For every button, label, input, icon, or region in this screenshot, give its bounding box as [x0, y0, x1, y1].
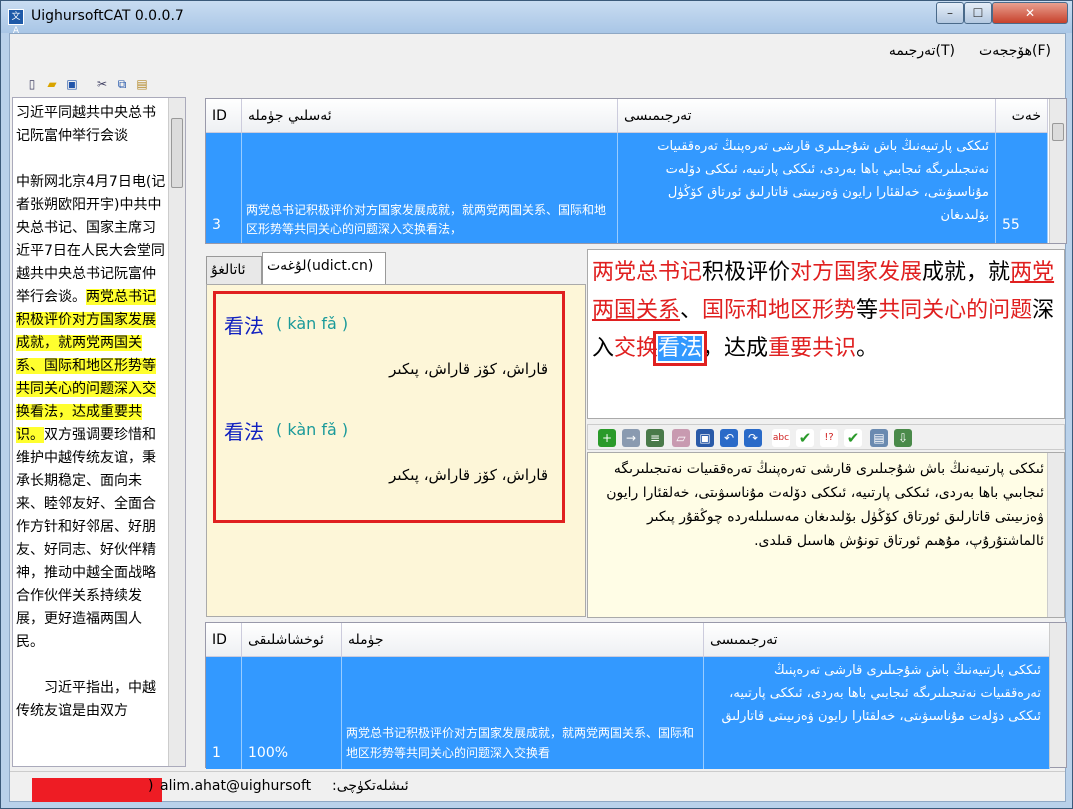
table-row[interactable]: 1 100% 两党总书记积极评价对方国家发展成就，就两党两国关系、国际和地区形势… [206, 657, 1050, 769]
seg-header-source[interactable]: ئەسلىي جۈملە [242, 99, 618, 133]
dictionary-tabs: ئاتالغۇ لۇغەت(udict.cn) [206, 252, 586, 284]
menu-translate[interactable]: تەرجىمە(T) [889, 43, 955, 59]
seg-header-error[interactable]: خەت [996, 99, 1048, 133]
document-scrollbar[interactable] [168, 98, 185, 766]
source-editor[interactable]: 两党总书记积极评价对方国家发展成就，就两党两国关系、国际和地区形势等共同关心的问… [587, 249, 1065, 419]
cut-icon[interactable]: ✂ [94, 76, 110, 92]
dict-meaning-2: قاراش، كۆز قاراش، پىكىر [389, 466, 548, 484]
eraser-icon[interactable]: ▱ [672, 429, 690, 447]
mem-row-id: 1 [206, 657, 242, 769]
seg-header-target[interactable]: تەرجىمىسى [618, 99, 996, 133]
tab-udict[interactable]: لۇغەت(udict.cn) [262, 252, 386, 284]
seg-row-target: ئىككى پارتىيەنىڭ باش شۇجىلىرى قارشى تەرە… [618, 133, 996, 243]
copy-source-icon[interactable]: ≡ [646, 429, 664, 447]
insert-icon[interactable]: → [622, 429, 640, 447]
redacted-block [32, 778, 162, 802]
confirm-icon[interactable]: ✔ [844, 429, 862, 447]
table-row[interactable]: 3 两党总书记积极评价对方国家发展成就，就两党两国关系、国际和地区形势等共同关心… [206, 133, 1048, 243]
status-user: alim.ahat@uighursoft [160, 778, 312, 794]
selected-term[interactable]: 看法 [653, 331, 708, 366]
check-all-icon[interactable]: !? [820, 429, 838, 447]
new-file-icon[interactable]: ▯ [24, 76, 40, 92]
dict-meaning-1: قاراش، كۆز قاراش، پىكىر [389, 360, 548, 378]
term-highlight[interactable]: 国际和地区形势 [702, 298, 856, 323]
menu-bar: ھۆججەت(F) تەرجىمە(T) [10, 34, 1065, 70]
spell-icon[interactable]: abc [772, 429, 790, 447]
source-document-text[interactable]: 习近平同越共中央总书记阮富仲举行会谈 中新网北京4月7日电(记者张朔欧阳开宇)中… [16, 102, 166, 723]
source-text-run: 等 [856, 298, 879, 323]
apply-icon[interactable]: ▤ [870, 429, 888, 447]
segments-table[interactable]: ID ئەسلىي جۈملە تەرجىمىسى خەت 3 两党总书记积极评… [205, 98, 1067, 244]
doc-para1-after: 双方强调要珍惜和维护中越传统友谊，秉承长期稳定、面向未来、睦邻友好、全面合作方针… [16, 427, 156, 650]
source-text-run: ，达成 [702, 336, 769, 361]
document-scroll-thumb[interactable] [171, 118, 183, 188]
main-window: 文A UighursoftCAT 0.0.0.7 – ☐ ✕ ھۆججەت(F)… [0, 0, 1073, 809]
mem-header-match[interactable]: ئوخشاشلىقى [242, 623, 342, 657]
doc-paragraph-1: 中新网北京4月7日电(记者张朔欧阳开宇)中共中央总书记、国家主席习近平7日在人民… [16, 171, 166, 654]
mem-row-sentence: 两党总书记积极评价对方国家发展成就，就两党两国关系、国际和地区形势等共同关心的问… [342, 657, 704, 769]
dict-word-1: 看法 [224, 314, 264, 338]
term-highlight[interactable]: 两党总书记 [592, 260, 702, 285]
export-icon[interactable]: ⇩ [894, 429, 912, 447]
mem-header-sentence[interactable]: جۈملە [342, 623, 704, 657]
term-highlight[interactable]: 交换 [614, 336, 658, 361]
redo-icon[interactable]: ↷ [744, 429, 762, 447]
term-highlight[interactable]: 重要共识 [768, 336, 856, 361]
add-icon[interactable]: + [598, 429, 616, 447]
menu-file[interactable]: ھۆججەت(F) [979, 43, 1051, 59]
dict-word-2: 看法 [224, 420, 264, 444]
seg-row-count: 55 [996, 133, 1048, 243]
source-text-run: 、 [680, 298, 703, 323]
seg-row-source: 两党总书记积极评价对方国家发展成就，就两党两国关系、国际和地区形势等共同关心的问… [242, 133, 618, 243]
dictionary-panel: 看法 ( kàn fǎ ) قاراش، كۆز قاراش، پىكىر 看法… [206, 284, 586, 617]
dict-pinyin-2: ( kàn fǎ ) [276, 420, 349, 439]
left-toolbar: ▯ ▰ ▣ ✂ ⧉ ▤ [10, 72, 180, 96]
app-icon: 文A [8, 9, 24, 36]
seg-header-id[interactable]: ID [206, 99, 242, 133]
target-scrollbar[interactable] [1047, 453, 1064, 617]
undo-icon[interactable]: ↶ [720, 429, 738, 447]
status-bar: ) alim.ahat@uighursoft ئىشلەتكۈچى: [10, 771, 1065, 802]
segments-scroll-thumb[interactable] [1052, 123, 1064, 141]
term-highlight[interactable]: 对方国家发展 [790, 260, 922, 285]
status-label: ئىشلەتكۈچى: [332, 778, 409, 794]
client-area: ھۆججەت(F) تەرجىمە(T) ▯ ▰ ▣ ✂ ⧉ ▤ 习近平同越共中… [9, 33, 1067, 802]
status-paren: ) [148, 778, 154, 794]
term-highlight[interactable]: 共同关心的问题 [878, 298, 1032, 323]
doc-highlighted-sentence[interactable]: 两党总书记积极评价对方国家发展成就，就两党两国关系、国际和地区形势等共同关心的问… [16, 289, 156, 443]
source-sentence[interactable]: 两党总书记积极评价对方国家发展成就，就两党两国关系、国际和地区形势等共同关心的问… [592, 254, 1056, 368]
dict-pinyin-1: ( kàn fǎ ) [276, 314, 349, 333]
close-button[interactable]: ✕ [992, 2, 1068, 24]
check-icon[interactable]: ✔ [796, 429, 814, 447]
mem-row-translation: ئىككى پارتىيەنىڭ باش شۇجىلىرى قارشى تەرە… [704, 657, 1050, 769]
source-document-pane[interactable]: 习近平同越共中央总书记阮富仲举行会谈 中新网北京4月7日电(记者张朔欧阳开宇)中… [12, 97, 186, 767]
title-bar[interactable]: 文A UighursoftCAT 0.0.0.7 – ☐ ✕ [1, 1, 1072, 36]
doc-para1-before: 中新网北京4月7日电(记者张朔欧阳开宇)中共中央总书记、国家主席习近平7日在人民… [16, 174, 166, 305]
open-folder-icon[interactable]: ▰ [44, 76, 60, 92]
memory-scrollbar[interactable] [1049, 623, 1066, 767]
doc-title: 习近平同越共中央总书记阮富仲举行会谈 [16, 105, 156, 144]
seg-row-id: 3 [206, 133, 242, 243]
maximize-button[interactable]: ☐ [964, 2, 992, 24]
mem-header-translation[interactable]: تەرجىمىسى [704, 623, 1050, 657]
dictionary-result-box: 看法 ( kàn fǎ ) قاراش، كۆز قاراش، پىكىر 看法… [213, 291, 565, 523]
save-icon-2[interactable]: ▣ [696, 429, 714, 447]
source-text-run: 积极评价 [702, 260, 791, 285]
tab-terms[interactable]: ئاتالغۇ [206, 256, 262, 284]
copy-icon[interactable]: ⧉ [114, 76, 130, 92]
source-text-run: 。 [856, 336, 879, 361]
source-text-run: 成就，就 [922, 260, 1011, 285]
target-editor[interactable]: ئىككى پارتىيەنىڭ باش شۇجىلىرى قارشى تەرە… [587, 452, 1065, 618]
segments-scrollbar[interactable] [1049, 99, 1066, 243]
target-text[interactable]: ئىككى پارتىيەنىڭ باش شۇجىلىرى قارشى تەرە… [604, 457, 1044, 553]
doc-paragraph-2: 习近平指出，中越传统友谊是由双方 [16, 680, 156, 719]
paste-icon[interactable]: ▤ [134, 76, 150, 92]
target-toolbar: + → ≡ ▱ ▣ ↶ ↷ abc ✔ !? ✔ ▤ ⇩ [587, 424, 1065, 450]
window-title: UighursoftCAT 0.0.0.7 [31, 8, 184, 24]
mem-header-id[interactable]: ID [206, 623, 242, 657]
minimize-button[interactable]: – [936, 2, 964, 24]
save-icon[interactable]: ▣ [64, 76, 80, 92]
memory-table[interactable]: ID ئوخشاشلىقى جۈملە تەرجىمىسى 1 100% 两党总… [205, 622, 1067, 769]
mem-row-match: 100% [242, 657, 342, 769]
